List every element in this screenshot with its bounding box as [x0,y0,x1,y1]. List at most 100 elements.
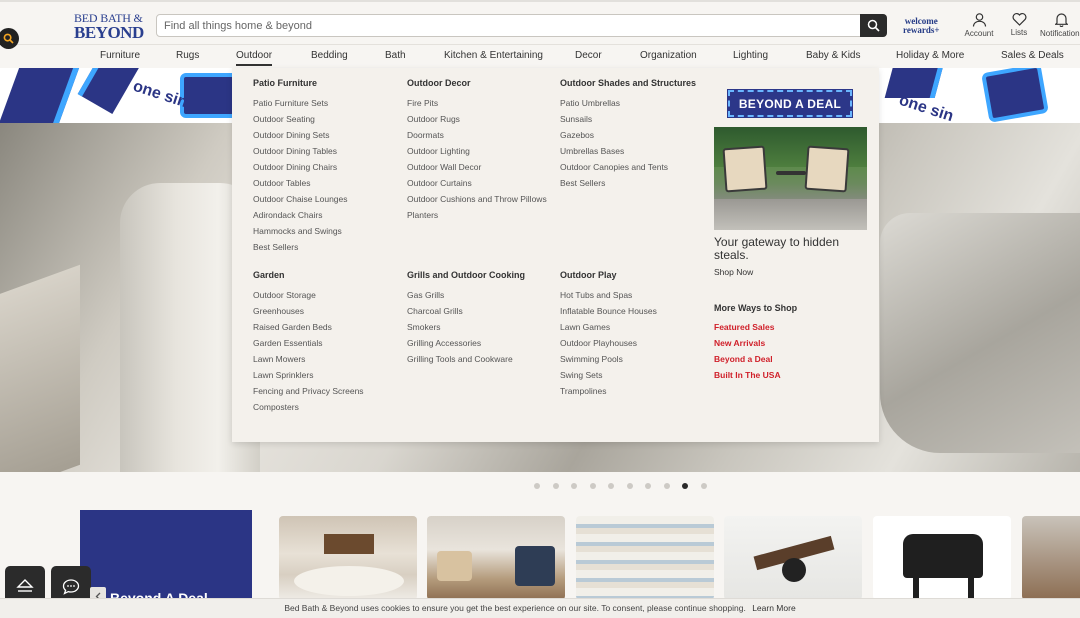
beyond-a-deal-badge[interactable]: BEYOND A DEAL [727,89,853,118]
menu-link[interactable]: Outdoor Wall Decor [407,161,547,177]
carousel-dot[interactable] [645,483,651,489]
category-tile-bedding[interactable] [576,516,714,600]
menu-link[interactable]: Patio Furniture Sets [253,97,348,113]
menu-link[interactable]: Trampolines [560,385,657,401]
menu-link[interactable]: Fire Pits [407,97,547,113]
menu-heading[interactable]: Grills and Outdoor Cooking [407,270,525,280]
nav-lighting[interactable]: Lighting [733,50,768,61]
category-tile-living-room[interactable] [427,516,565,600]
menu-link[interactable]: Best Sellers [560,177,696,193]
learn-more-link[interactable]: Learn More [752,603,795,613]
menu-link[interactable]: Gas Grills [407,289,525,305]
menu-col-garden: Garden Outdoor Storage Greenhouses Raise… [253,270,364,417]
category-nav: Furniture Rugs Outdoor Bedding Bath Kitc… [0,44,1080,68]
menu-link[interactable]: Fencing and Privacy Screens [253,385,364,401]
featured-sales-link[interactable]: Featured Sales [714,321,781,337]
brand-logo[interactable]: BED BATH & BEYOND [74,12,144,41]
nav-baby-kids[interactable]: Baby & Kids [806,50,860,61]
menu-link[interactable]: Outdoor Playhouses [560,337,657,353]
menu-link[interactable]: Inflatable Bounce Houses [560,305,657,321]
account-button[interactable]: Account [964,12,994,38]
menu-link[interactable]: Doormats [407,129,547,145]
menu-link[interactable]: Swing Sets [560,369,657,385]
carousel-dot[interactable] [626,483,633,489]
built-in-usa-link[interactable]: Built In The USA [714,369,781,385]
carousel-dot-active[interactable] [682,483,688,489]
nav-decor[interactable]: Decor [575,50,602,61]
carousel-dot[interactable] [589,483,596,489]
menu-heading[interactable]: Outdoor Play [560,270,657,280]
carousel-dot[interactable] [534,483,540,489]
nav-organization[interactable]: Organization [640,50,697,61]
menu-link[interactable]: Swimming Pools [560,353,657,369]
menu-heading[interactable]: Garden [253,270,364,280]
promo-graphic-shape [0,68,83,123]
menu-link[interactable]: Gazebos [560,129,696,145]
menu-link[interactable]: Hot Tubs and Spas [560,289,657,305]
lists-button[interactable]: Lists [1008,12,1030,37]
menu-link[interactable]: Planters [407,209,547,225]
nav-kitchen-entertaining[interactable]: Kitchen & Entertaining [444,50,543,61]
menu-link[interactable]: Sunsails [560,113,696,129]
menu-heading[interactable]: Outdoor Shades and Structures [560,78,696,88]
nav-bedding[interactable]: Bedding [311,50,348,61]
menu-link[interactable]: Lawn Games [560,321,657,337]
beyond-a-deal-tile[interactable]: Beyond A Deal [80,510,252,606]
menu-link[interactable]: Outdoor Lighting [407,145,547,161]
carousel-dot[interactable] [700,483,707,489]
menu-link[interactable]: Garden Essentials [253,337,364,353]
menu-link[interactable]: Outdoor Dining Tables [253,145,348,161]
menu-link[interactable]: Outdoor Dining Chairs [253,161,348,177]
shop-now-link[interactable]: Shop Now [714,267,753,277]
notifications-button[interactable]: Notifications [1040,12,1080,38]
menu-link[interactable]: Grilling Accessories [407,337,525,353]
carousel-dot[interactable] [552,483,559,489]
search-input[interactable] [157,15,857,36]
menu-link[interactable]: Lawn Sprinklers [253,369,364,385]
nav-holiday-more[interactable]: Holiday & More [896,50,964,61]
menu-link[interactable]: Outdoor Storage [253,289,364,305]
menu-link[interactable]: Patio Umbrellas [560,97,696,113]
nav-outdoor[interactable]: Outdoor [236,50,273,66]
menu-link[interactable]: Greenhouses [253,305,364,321]
menu-link[interactable]: Outdoor Curtains [407,177,547,193]
menu-link[interactable]: Outdoor Chaise Lounges [253,193,348,209]
menu-link[interactable]: Adirondack Chairs [253,209,348,225]
menu-link[interactable]: Outdoor Tables [253,177,348,193]
promo-patio-image[interactable] [714,127,867,230]
menu-link[interactable]: Outdoor Dining Sets [253,129,348,145]
category-tile-dining[interactable] [1022,516,1080,600]
menu-link[interactable]: Composters [253,401,364,417]
menu-link[interactable]: Outdoor Cushions and Throw Pillows [407,193,547,209]
category-tile-grills[interactable] [873,516,1011,600]
menu-heading[interactable]: Outdoor Decor [407,78,547,88]
tile-fan-hub [782,558,806,582]
tile-console-table [324,534,374,554]
nav-bath[interactable]: Bath [385,50,406,61]
menu-link[interactable]: Grilling Tools and Cookware [407,353,525,369]
menu-link[interactable]: Umbrellas Bases [560,145,696,161]
menu-link[interactable]: Outdoor Seating [253,113,348,129]
menu-link[interactable]: Best Sellers [253,241,348,257]
nav-sales-deals[interactable]: Sales & Deals [1001,50,1064,61]
menu-link[interactable]: Outdoor Rugs [407,113,547,129]
welcome-rewards-link[interactable]: welcome rewards+ [903,17,939,35]
search-button[interactable] [860,14,887,37]
menu-link[interactable]: Raised Garden Beds [253,321,364,337]
menu-link[interactable]: Hammocks and Swings [253,225,348,241]
carousel-dot[interactable] [663,483,670,489]
menu-link[interactable]: Smokers [407,321,525,337]
beyond-a-deal-link[interactable]: Beyond a Deal [714,353,781,369]
menu-link[interactable]: Charcoal Grills [407,305,525,321]
carousel-dot[interactable] [571,483,577,489]
nav-furniture[interactable]: Furniture [100,50,140,61]
menu-heading[interactable]: Patio Furniture [253,78,348,88]
menu-link[interactable]: Outdoor Canopies and Tents [560,161,696,177]
category-tile-rugs[interactable] [279,516,417,600]
carousel-dot[interactable] [608,483,614,489]
menu-link[interactable]: Lawn Mowers [253,353,364,369]
new-arrivals-link[interactable]: New Arrivals [714,337,781,353]
brand-logo-line2: BEYOND [74,23,144,42]
nav-rugs[interactable]: Rugs [176,50,199,61]
category-tile-lighting[interactable] [724,516,862,600]
